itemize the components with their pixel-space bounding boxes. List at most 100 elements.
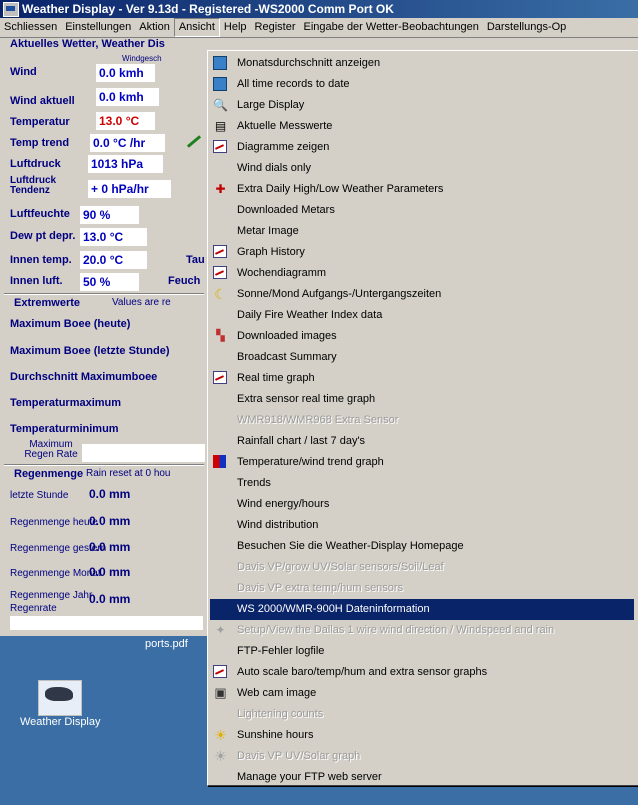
regen-heute-value: 0.0 mm — [89, 514, 131, 528]
sun-icon: ☀ — [214, 727, 227, 743]
menu-item-broadcast-summary[interactable]: Broadcast Summary — [210, 347, 634, 368]
dew-pt-value: 13.0 °C — [80, 228, 147, 246]
menu-item-lightening: Lightening counts — [237, 708, 324, 720]
regen-gestern-value: 0.0 mm — [89, 540, 131, 554]
menu-register[interactable]: Register — [251, 18, 300, 37]
innen-temp-label: Innen temp. — [10, 254, 72, 266]
webcam-icon: ▣ — [214, 685, 227, 700]
magnifier-icon: 🔍 — [213, 98, 228, 112]
menu-item-davis-vp-extra: Davis VP extra temp/hum sensors — [237, 582, 404, 594]
ansicht-dropdown-menu: Monatsdurchschnitt anzeigen All time rec… — [207, 50, 638, 786]
luftdruck-value: 1013 hPa — [88, 155, 163, 173]
trend-icon — [213, 455, 226, 468]
moon-icon: ☾ — [214, 286, 227, 302]
regenrate-value — [10, 616, 203, 630]
regenrate-label: Regenrate — [10, 603, 57, 614]
weather-display-desktop-icon[interactable] — [38, 680, 82, 716]
menu-item-web-cam[interactable]: ▣ Web cam image — [210, 683, 634, 704]
luftfeuchte-label: Luftfeuchte — [10, 208, 70, 220]
menu-item-sonne-mond[interactable]: ☾ Sonne/Mond Aufgangs-/Untergangszeiten — [210, 284, 634, 305]
menu-darstellungs[interactable]: Darstellungs-Op — [483, 18, 570, 37]
wind-gauge — [170, 90, 210, 180]
menu-eingabe[interactable]: Eingabe der Wetter-Beobachtungen — [300, 18, 483, 37]
regen-jahr-value: 0.0 mm — [89, 592, 131, 606]
menu-item-wochendiagramm[interactable]: Wochendiagramm — [210, 263, 634, 284]
temp-trend-label: Temp trend — [10, 137, 70, 149]
menu-item-aktuelle-messwerte[interactable]: ▤ Aktuelle Messwerte — [210, 116, 634, 137]
temperatur-label: Temperatur — [10, 116, 70, 128]
menu-item-wind-energy[interactable]: Wind energy/hours — [210, 494, 634, 515]
menu-item-sunshine-hours[interactable]: ☀ Sunshine hours — [210, 725, 634, 746]
menu-item-extra-sensor-graph[interactable]: Extra sensor real time graph — [210, 389, 634, 410]
divider — [4, 464, 204, 466]
menu-item-temp-wind-trend[interactable]: Temperature/wind trend graph — [210, 452, 634, 473]
menu-item-davis-uv-graph: ☀ Davis VP UV/Solar graph — [214, 748, 361, 764]
window-title: Weather Display - Ver 9.13d - Registered… — [22, 2, 394, 16]
document-icon: ▤ — [214, 119, 227, 133]
extremwerte-note: Values are re — [112, 297, 171, 308]
luftdruck-tendenz-label: Luftdruck Tendenz — [10, 175, 57, 196]
menu-ansicht[interactable]: Ansicht — [173, 18, 220, 37]
menu-item-ws2000-dateninformation[interactable]: WS 2000/WMR-900H Dateninformation — [210, 599, 634, 620]
menu-item-dallas-setup: ✦ Setup/View the Dallas 1 wire wind direc… — [210, 620, 634, 641]
menu-item-davis-vp-grow: Davis VP/grow UV/Solar sensors/Soil/Leaf — [237, 561, 444, 573]
menu-item-homepage[interactable]: Besuchen Sie die Weather-Display Homepag… — [210, 536, 634, 557]
menu-item-ftp-fehler[interactable]: FTP-Fehler logfile — [210, 641, 634, 662]
menu-item-monatsdurchschnitt[interactable]: Monatsdurchschnitt anzeigen — [210, 53, 634, 74]
divider — [4, 293, 204, 295]
extremwerte-header: Extremwerte — [14, 297, 81, 309]
menu-item-extra-daily[interactable]: ✚ Extra Daily High/Low Weather Parameters — [210, 179, 634, 200]
menu-item-diagramme-zeigen[interactable]: Diagramme zeigen — [210, 137, 634, 158]
box-icon — [213, 56, 227, 70]
durchschnitt-max-label: Durchschnitt Maximumboee — [10, 371, 158, 383]
graph-icon — [213, 371, 227, 384]
app-icon[interactable] — [3, 2, 19, 17]
rain-reset-note: Rain reset at 0 hou — [86, 468, 171, 479]
menu-aktion[interactable]: Aktion — [135, 18, 174, 37]
menu-item-auto-scale[interactable]: Auto scale baro/temp/hum and extra senso… — [210, 662, 634, 683]
menu-item-rainfall-chart[interactable]: Rainfall chart / last 7 day's — [210, 431, 634, 452]
temperatur-value: 13.0 °C — [96, 112, 155, 130]
max-boee-stunde-label: Maximum Boee (letzte Stunde) — [10, 345, 170, 357]
menu-einstellungen[interactable]: Einstellungen — [61, 18, 135, 37]
dallas-icon: ✦ — [215, 623, 226, 637]
temp-min-label: Temperaturminimum — [10, 423, 119, 435]
innen-luft-label: Innen luft. — [10, 275, 63, 287]
current-weather-header: Aktuelles Wetter, Weather Dis — [10, 38, 165, 50]
menu-item-wmr918-extra: WMR918/WMR968 Extra Sensor — [237, 414, 399, 426]
menu-item-downloaded-metars[interactable]: Downloaded Metars — [210, 200, 634, 221]
graph-icon — [213, 245, 227, 258]
luftdruck-label: Luftdruck — [10, 158, 61, 170]
title-bar[interactable]: Weather Display - Ver 9.13d - Registered… — [0, 0, 638, 18]
desktop-file-label[interactable]: ports.pdf — [145, 638, 188, 650]
wind-aktuell-value: 0.0 kmh — [96, 88, 159, 106]
innen-luft-value: 50 % — [80, 273, 139, 291]
regenmenge-header: Regenmenge — [14, 468, 84, 480]
regen-heute-label: Regenmenge heute — [10, 517, 98, 528]
menu-item-trends[interactable]: Trends — [210, 473, 634, 494]
tau-label: Tau — [186, 254, 205, 266]
regen-monat-value: 0.0 mm — [89, 565, 131, 579]
menu-item-wind-distribution[interactable]: Wind distribution — [210, 515, 634, 536]
desktop-icon-label[interactable]: Weather Display — [20, 716, 101, 728]
sun-icon: ☀ — [214, 748, 227, 764]
menu-item-all-time-records[interactable]: All time records to date — [210, 74, 634, 95]
menu-item-large-display[interactable]: 🔍 Large Display — [210, 95, 634, 116]
menu-item-downloaded-images[interactable]: ▚ Downloaded images — [210, 326, 634, 347]
luftdruck-tendenz-value: + 0 hPa/hr — [88, 180, 171, 198]
download-icon: ▚ — [216, 330, 225, 342]
letzte-stunde-value: 0.0 mm — [89, 487, 131, 501]
wind-aktuell-label: Wind aktuell — [10, 95, 75, 107]
menu-item-fire-weather[interactable]: Daily Fire Weather Index data — [210, 305, 634, 326]
menu-item-metar-image[interactable]: Metar Image — [210, 221, 634, 242]
graph-icon — [213, 665, 227, 678]
letzte-stunde-label: letzte Stunde — [10, 490, 69, 501]
menu-help[interactable]: Help — [220, 18, 251, 37]
luftfeuchte-value: 90 % — [80, 206, 139, 224]
menu-item-graph-history[interactable]: Graph History — [210, 242, 634, 263]
menu-item-wind-dials[interactable]: Wind dials only — [210, 158, 634, 179]
menu-item-manage-ftp[interactable]: Manage your FTP web server — [210, 767, 634, 788]
menu-schliessen[interactable]: Schliessen — [0, 18, 61, 37]
menu-item-real-time-graph[interactable]: Real time graph — [210, 368, 634, 389]
feuch-label: Feuch — [168, 275, 201, 287]
